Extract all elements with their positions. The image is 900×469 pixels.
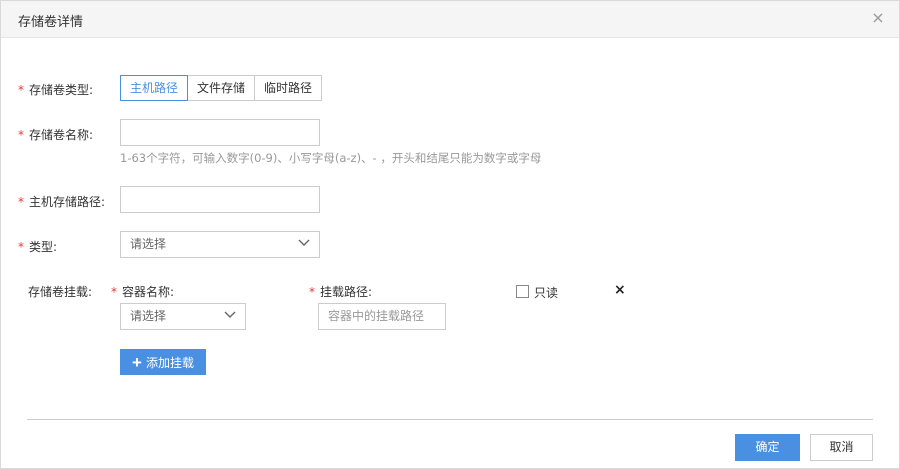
volume-type-host-path[interactable]: 主机路径: [120, 75, 189, 101]
container-select-value: 请选择: [130, 309, 167, 323]
readonly-label: 只读: [534, 286, 559, 300]
mount-path-placeholder: 容器中的挂载路径: [328, 309, 425, 323]
dialog-title: 存储卷详情: [18, 15, 84, 30]
close-icon[interactable]: ×: [869, 9, 887, 27]
host-path-input[interactable]: [120, 186, 320, 213]
confirm-button[interactable]: 确定: [735, 434, 800, 461]
mount-path-label: * 挂载路径:: [309, 285, 373, 299]
add-mount-label: 添加挂载: [145, 355, 194, 370]
storage-volume-dialog: 存储卷详情 × * 存储卷类型: 主机路径 文件存储 临时路径 * 存储卷名称: 1…: [0, 0, 900, 469]
chevron-down-icon: [224, 311, 236, 318]
host-path-label: * 主机存储路径:: [18, 195, 106, 209]
chevron-down-icon: [298, 239, 310, 246]
container-select[interactable]: 请选择: [120, 303, 246, 330]
readonly-checkbox[interactable]: [516, 285, 529, 298]
required-mark: *: [18, 128, 24, 142]
type-select-value: 请选择: [130, 237, 167, 251]
cancel-button[interactable]: 取消: [810, 434, 873, 461]
volume-type-segmented: 主机路径 文件存储 临时路径: [120, 75, 323, 101]
container-name-label: * 容器名称:: [111, 285, 175, 299]
mount-path-input[interactable]: 容器中的挂载路径: [318, 303, 446, 330]
required-mark: *: [111, 285, 117, 299]
type-select[interactable]: 请选择: [120, 231, 320, 258]
footer-divider: [27, 419, 873, 420]
mount-label: 存储卷挂载:: [28, 285, 93, 299]
volume-name-hint: 1-63个字符，可输入数字(0-9)、小写字母(a-z)、- ，开头和结尾只能为…: [120, 151, 542, 165]
add-mount-button[interactable]: + 添加挂载: [120, 349, 206, 375]
volume-name-input[interactable]: [120, 119, 320, 146]
type-label: * 类型:: [18, 240, 58, 254]
required-mark: *: [18, 240, 24, 254]
required-mark: *: [18, 195, 24, 209]
volume-name-label: * 存储卷名称:: [18, 128, 94, 142]
volume-type-file-storage[interactable]: 文件存储: [187, 75, 256, 101]
plus-icon: +: [132, 352, 142, 372]
dialog-header: 存储卷详情 ×: [1, 1, 899, 38]
remove-mount-icon[interactable]: ×: [614, 282, 626, 298]
required-mark: *: [18, 83, 24, 97]
volume-type-temp-path[interactable]: 临时路径: [254, 75, 323, 101]
volume-type-label: * 存储卷类型:: [18, 83, 94, 97]
required-mark: *: [309, 285, 315, 299]
